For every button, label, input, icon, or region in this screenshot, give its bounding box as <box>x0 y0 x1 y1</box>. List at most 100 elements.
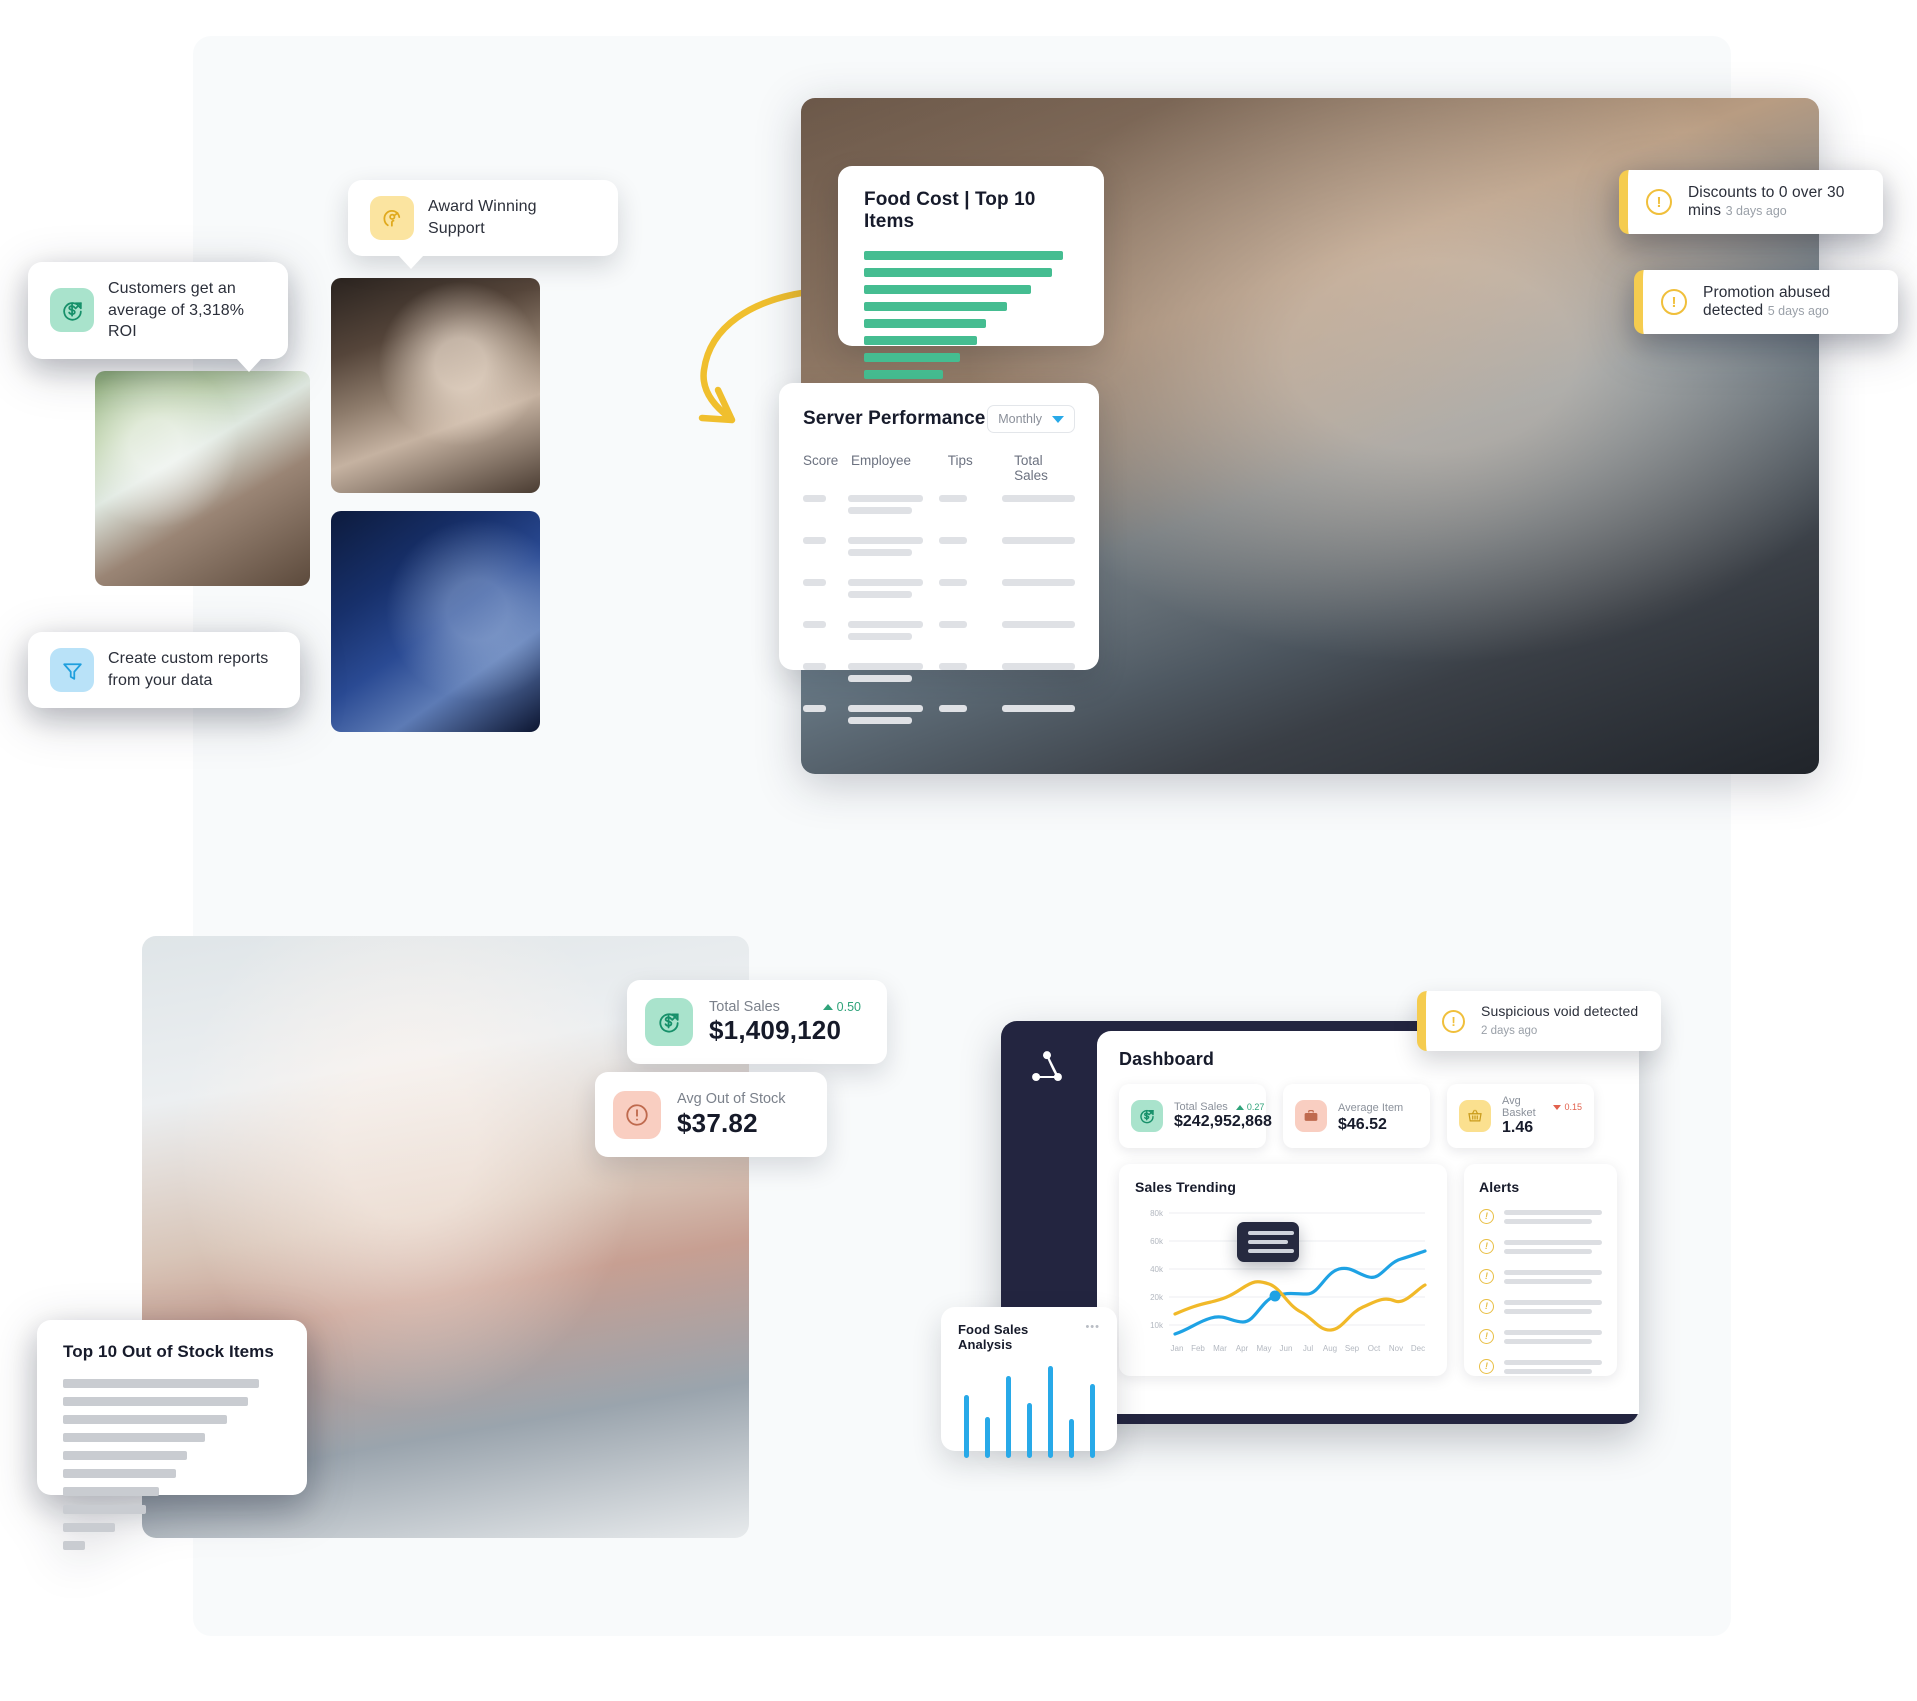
svg-text:Dec: Dec <box>1411 1344 1425 1353</box>
warning-circle-icon: ! <box>1661 289 1687 315</box>
column-employee: Employee <box>850 453 911 468</box>
food-sales-title: Food Sales Analysis <box>958 1322 1029 1352</box>
triangle-nodes-logo <box>1027 1047 1067 1092</box>
callout-support-label: Award Winning Support <box>428 198 537 237</box>
out-of-stock-card: Top 10 Out of Stock Items <box>37 1320 307 1550</box>
svg-text:80k: 80k <box>1150 1209 1164 1218</box>
svg-text:Nov: Nov <box>1389 1344 1403 1353</box>
triangle-down-icon <box>1553 1104 1562 1110</box>
triangle-up-icon <box>822 1003 833 1010</box>
warning-circle-icon: ! <box>1442 1009 1465 1033</box>
food-cost-title: Food Cost | Top 10 Items <box>864 189 1036 232</box>
alert-toast-promotion[interactable]: ! Promotion abused detected 5 days ago <box>1634 270 1898 334</box>
svg-text:May: May <box>1256 1344 1271 1353</box>
alert-list-item[interactable]: ! <box>1479 1269 1602 1284</box>
server-performance-rows <box>803 495 1075 724</box>
alert-list-item[interactable]: ! <box>1479 1359 1602 1374</box>
alert-list-item[interactable]: ! <box>1479 1329 1602 1344</box>
out-of-stock-title: Top 10 Out of Stock Items <box>63 1342 274 1361</box>
warning-circle-icon: ! <box>1479 1299 1494 1314</box>
kpi-value: 1.46 <box>1502 1119 1534 1136</box>
headset-support-icon <box>370 196 414 240</box>
svg-text:Mar: Mar <box>1213 1344 1227 1353</box>
alert-toast-discounts[interactable]: ! Discounts to 0 over 30 mins 3 days ago <box>1619 170 1883 234</box>
briefcase-icon <box>1295 1100 1327 1132</box>
period-filter-label: Monthly <box>998 412 1042 426</box>
period-filter-dropdown[interactable]: Monthly <box>987 405 1075 433</box>
sales-trending-title: Sales Trending <box>1135 1179 1236 1195</box>
photo-business-team <box>331 511 540 732</box>
kpi-delta-value: 0.27 <box>1246 1102 1265 1112</box>
svg-text:Sep: Sep <box>1345 1344 1360 1353</box>
metric-value: $1,409,120 <box>709 1014 842 1045</box>
kpi-average-item: Average Item $46.52 <box>1283 1084 1430 1148</box>
svg-text:Feb: Feb <box>1191 1344 1205 1353</box>
metric-value: $37.82 <box>677 1108 758 1138</box>
alert-list-item[interactable]: ! <box>1479 1209 1602 1224</box>
funnel-filter-icon <box>50 648 94 692</box>
callout-support: Award Winning Support <box>348 180 618 269</box>
warning-circle-icon: ! <box>1479 1359 1494 1374</box>
callout-reports-label: Create custom reports from your data <box>108 650 269 689</box>
alert-toast-void[interactable]: ! Suspicious void detected 2 days ago <box>1417 991 1661 1051</box>
svg-text:Jan: Jan <box>1171 1344 1184 1353</box>
dashboard-lower-row: Sales Trending 80k 60k 40k 20k 10k Jan F… <box>1119 1164 1617 1376</box>
triangle-up-icon <box>1235 1104 1244 1110</box>
alert-list-item[interactable]: ! <box>1479 1299 1602 1314</box>
table-row <box>803 579 1075 598</box>
metric-label: Avg Out of Stock <box>677 1091 786 1107</box>
food-cost-card: Food Cost | Top 10 Items <box>838 166 1104 413</box>
warning-circle-icon <box>613 1090 661 1139</box>
kpi-label: Total Sales <box>1174 1101 1228 1113</box>
svg-text:Apr: Apr <box>1236 1344 1249 1353</box>
chart-tooltip <box>1237 1222 1299 1262</box>
svg-text:60k: 60k <box>1150 1237 1164 1246</box>
svg-text:10k: 10k <box>1150 1321 1164 1330</box>
table-row <box>803 663 1075 682</box>
dollar-growth-icon <box>50 288 94 333</box>
dollar-growth-icon <box>645 998 693 1046</box>
alert-time: 3 days ago <box>1725 204 1787 218</box>
svg-text:Aug: Aug <box>1323 1344 1337 1353</box>
kpi-delta: 0.27 <box>1235 1102 1265 1112</box>
warning-circle-icon: ! <box>1479 1269 1494 1284</box>
callout-reports: Create custom reports from your data <box>28 632 300 708</box>
table-row <box>803 621 1075 640</box>
food-sales-analysis-card: Food Sales Analysis ••• <box>941 1307 1117 1458</box>
food-sales-chart <box>964 1366 1095 1458</box>
alert-title: Suspicious void detected <box>1481 1003 1639 1019</box>
svg-text:40k: 40k <box>1150 1265 1164 1274</box>
background-cutout-right <box>1731 800 1917 1701</box>
column-score: Score <box>803 453 839 468</box>
callout-roi: Customers get an average of 3,318% ROI <box>28 262 288 372</box>
column-tips: Tips <box>947 453 973 468</box>
alerts-title: Alerts <box>1479 1179 1520 1195</box>
kpi-total-sales: Total Sales 0.27 $242,952,868 <box>1119 1084 1272 1148</box>
dollar-growth-icon <box>1131 1100 1163 1132</box>
alert-list-item[interactable]: ! <box>1479 1239 1602 1254</box>
alert-time: 5 days ago <box>1767 304 1829 318</box>
dashboard-kpi-row: Total Sales 0.27 $242,952,868 Average It… <box>1119 1084 1617 1148</box>
column-total-sales: Total Sales <box>1014 453 1048 483</box>
metric-total-sales-retail: Total Sales 0.50 $1,409,120 <box>627 980 887 1064</box>
warning-circle-icon: ! <box>1479 1239 1494 1254</box>
alert-time: 2 days ago <box>1481 1025 1538 1037</box>
data-point-marker <box>1269 1290 1281 1302</box>
metric-delta: 0.50 <box>822 999 861 1014</box>
shopping-basket-icon <box>1459 1100 1491 1132</box>
svg-text:Jul: Jul <box>1303 1344 1313 1353</box>
svg-text:Oct: Oct <box>1368 1344 1381 1353</box>
dashboard-content: Dashboard Total Sales 0.27 $242,952,868 … <box>1097 1031 1639 1414</box>
kpi-label: Average Item <box>1338 1102 1404 1114</box>
table-row <box>803 495 1075 514</box>
kpi-delta-value: 0.15 <box>1564 1102 1582 1112</box>
warning-circle-icon: ! <box>1479 1209 1494 1224</box>
sales-trending-panel: Sales Trending 80k 60k 40k 20k 10k Jan F… <box>1119 1164 1447 1376</box>
svg-text:Jun: Jun <box>1280 1344 1293 1353</box>
more-dots-icon[interactable]: ••• <box>1085 1322 1100 1333</box>
chevron-down-icon <box>1052 415 1064 423</box>
metric-delta-value: 0.50 <box>836 999 861 1014</box>
kpi-delta: 0.15 <box>1553 1102 1582 1112</box>
kpi-avg-basket: Avg Basket 0.15 1.46 <box>1447 1084 1594 1148</box>
table-row <box>803 705 1075 724</box>
